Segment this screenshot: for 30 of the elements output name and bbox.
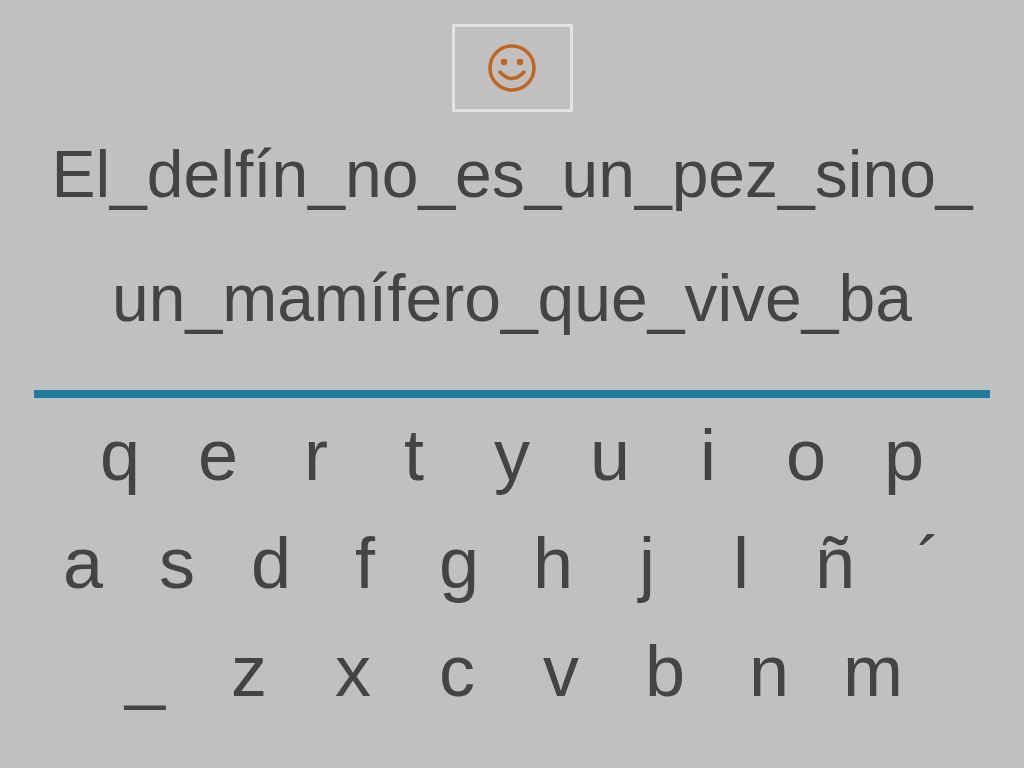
key[interactable]: r — [267, 404, 365, 506]
key[interactable]: d — [224, 512, 318, 614]
key[interactable]: _ — [96, 620, 194, 722]
key[interactable]: j — [600, 512, 694, 614]
sentence-line: El_delfín_no_es_un_pez_sino_ — [51, 136, 973, 213]
key[interactable]: h — [506, 512, 600, 614]
key[interactable]: i — [659, 404, 757, 506]
key[interactable]: e — [169, 404, 267, 506]
key[interactable]: t — [365, 404, 463, 506]
key[interactable]: q — [71, 404, 169, 506]
key[interactable]: s — [130, 512, 224, 614]
key[interactable]: v — [512, 620, 610, 722]
key[interactable]: m — [824, 620, 922, 722]
key[interactable]: l — [694, 512, 788, 614]
key[interactable]: p — [855, 404, 953, 506]
key[interactable]: g — [412, 512, 506, 614]
key[interactable]: y — [463, 404, 561, 506]
key[interactable]: u — [561, 404, 659, 506]
key[interactable]: ´ — [882, 512, 976, 614]
key[interactable]: a — [36, 512, 130, 614]
key[interactable]: z — [200, 620, 298, 722]
smiley-icon — [487, 43, 537, 93]
key[interactable]: f — [318, 512, 412, 614]
key[interactable]: b — [616, 620, 714, 722]
key[interactable]: n — [720, 620, 818, 722]
key[interactable]: o — [757, 404, 855, 506]
key[interactable]: c — [408, 620, 506, 722]
sentence-line: un_mamífero_que_vive_ba — [112, 260, 912, 337]
key[interactable]: x — [304, 620, 402, 722]
key[interactable]: ñ — [788, 512, 882, 614]
